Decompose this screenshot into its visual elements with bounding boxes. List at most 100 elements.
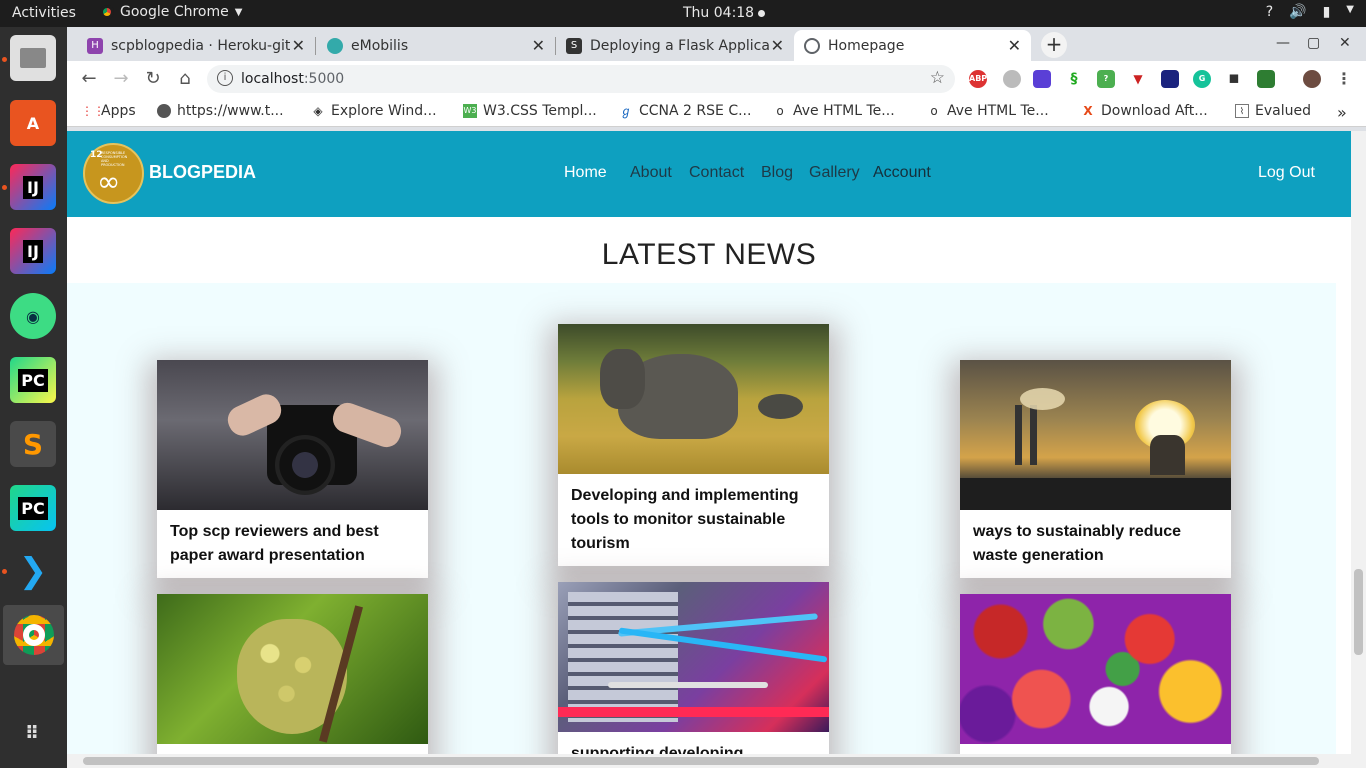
close-icon[interactable]: ✕ (771, 36, 784, 55)
site-info-icon[interactable]: i (217, 70, 233, 86)
show-applications-icon[interactable]: ⠿ (10, 711, 56, 757)
intellij-icon[interactable]: IJ (10, 164, 56, 210)
nav-home[interactable]: Home (564, 164, 607, 182)
site-brand[interactable]: BLOGPEDIA (149, 162, 256, 183)
bookmark-item[interactable]: X Download Aft... (1081, 103, 1207, 119)
tab-deploying-flask[interactable]: S Deploying a Flask Applica ✕ (556, 30, 794, 61)
extension-icon[interactable] (1033, 70, 1051, 88)
sdg12-logo[interactable]: 12 RESPONSIBLE CONSUMPTION AND PRODUCTIO… (83, 143, 144, 204)
news-card[interactable] (960, 594, 1231, 764)
extension-icon[interactable]: § (1065, 70, 1083, 88)
menu-dots-icon[interactable]: ⋮ (1335, 70, 1353, 88)
news-card[interactable] (157, 594, 428, 764)
bookmark-apps[interactable]: ⋮⋮ Apps (81, 103, 136, 119)
reload-icon[interactable]: ↻ (141, 67, 165, 91)
maximize-icon[interactable]: ▢ (1307, 35, 1320, 51)
extension-icon[interactable] (1257, 70, 1275, 88)
close-icon[interactable]: ✕ (1008, 36, 1021, 55)
chevron-right-icon[interactable]: » (1337, 103, 1347, 122)
system-top-bar: Activities Google Chrome ▼ Thu 04:18 ? 🔊… (0, 0, 1366, 27)
news-card[interactable]: Developing and implementing tools to mon… (558, 324, 829, 566)
vertical-scrollbar[interactable] (1351, 131, 1366, 768)
card-title[interactable]: Developing and implementing tools to mon… (558, 474, 829, 566)
accessibility-icon[interactable]: ? (1266, 4, 1273, 20)
tab-emobilis[interactable]: eMobilis ✕ (317, 30, 555, 61)
ring-icon: o (930, 104, 938, 118)
profile-avatar[interactable] (1303, 70, 1321, 88)
nav-gallery[interactable]: Gallery (809, 164, 860, 182)
extension-icon[interactable] (1161, 70, 1179, 88)
heroku-icon: H (87, 37, 103, 54)
nav-account[interactable]: Account (873, 164, 931, 182)
chevron-down-icon: ▼ (234, 6, 243, 18)
nav-blog[interactable]: Blog (761, 164, 793, 182)
grammarly-icon[interactable]: G (1193, 70, 1211, 88)
adblock-plus-icon[interactable]: ABP (969, 70, 987, 88)
chevron-down-icon[interactable]: ▼ (1346, 4, 1354, 20)
volume-icon[interactable]: 🔊 (1289, 4, 1306, 20)
elephant-photo (558, 324, 829, 474)
pocket-icon[interactable]: ▼ (1129, 70, 1147, 88)
bookmark-item[interactable]: W3 W3.CSS Templ... (463, 103, 597, 119)
software-center-icon[interactable]: A (10, 100, 56, 146)
pycharm-icon[interactable]: PC (10, 357, 56, 403)
system-tray[interactable]: ? 🔊 ▮ ▼ (1266, 4, 1354, 20)
globe-icon (157, 104, 171, 118)
cube-icon[interactable]: ◼ (1225, 70, 1243, 88)
news-card[interactable]: Top scp reviewers and best paper award p… (157, 360, 428, 578)
card-title[interactable]: Top scp reviewers and best paper award p… (157, 510, 428, 578)
bookmark-item[interactable]: o Ave HTML Te... (773, 103, 894, 119)
ccna-icon: ℊ (619, 104, 632, 118)
card-title[interactable]: ways to sustainably reduce waste generat… (960, 510, 1231, 578)
files-icon[interactable] (10, 35, 56, 81)
tab-title: Homepage (828, 37, 905, 54)
intellij-icon[interactable]: IJ (10, 228, 56, 274)
clock[interactable]: Thu 04:18 (683, 5, 766, 21)
extension-icon[interactable] (1003, 70, 1021, 88)
infinity-icon: ∞ (97, 165, 121, 198)
activities-button[interactable]: Activities (12, 5, 76, 21)
emobilis-icon (327, 37, 343, 54)
chart-icon: ⌇ (1235, 104, 1249, 118)
article-site-icon: S (566, 37, 582, 54)
tab-homepage[interactable]: Homepage ✕ (794, 30, 1031, 61)
browser-window: H scpblogpedia · Heroku-git ✕ eMobilis ✕… (67, 27, 1366, 768)
logout-link[interactable]: Log Out (1258, 164, 1315, 182)
sublime-text-icon[interactable]: S (10, 421, 56, 467)
tab-scpblogpedia[interactable]: H scpblogpedia · Heroku-git ✕ (77, 30, 315, 61)
globe-icon (804, 37, 820, 54)
app-name: Google Chrome (120, 4, 229, 20)
running-indicator-icon (2, 569, 7, 574)
horizontal-scrollbar[interactable] (67, 754, 1351, 768)
news-card[interactable]: ways to sustainably reduce waste generat… (960, 360, 1231, 578)
nav-contact[interactable]: Contact (689, 164, 744, 182)
back-arrow-icon[interactable]: ← (77, 67, 101, 91)
nav-about[interactable]: About (630, 164, 672, 182)
android-studio-icon[interactable]: ◉ (10, 293, 56, 339)
close-icon[interactable]: ✕ (532, 36, 545, 55)
bookmark-item[interactable]: ℊ CCNA 2 RSE C... (619, 103, 751, 119)
apps-grid-icon: ⋮⋮ (81, 104, 105, 118)
bookmark-item[interactable]: https://www.t... (157, 103, 284, 119)
bookmark-item[interactable]: ◈ Explore Wind... (311, 103, 436, 119)
page-viewport: 12 RESPONSIBLE CONSUMPTION AND PRODUCTIO… (67, 131, 1366, 768)
battery-icon[interactable]: ▮ (1323, 4, 1331, 20)
bookmark-star-icon[interactable]: ☆ (930, 68, 945, 88)
extension-icon[interactable]: ? (1097, 70, 1115, 88)
home-icon[interactable]: ⌂ (173, 67, 197, 91)
bookmark-item[interactable]: ⌇ Evalued (1235, 103, 1311, 119)
scrollbar-thumb[interactable] (83, 757, 1319, 765)
bookmark-item[interactable]: o Ave HTML Te... (927, 103, 1048, 119)
minimize-icon[interactable]: — (1276, 35, 1290, 51)
close-icon[interactable]: ✕ (292, 36, 305, 55)
address-bar[interactable]: i localhost:5000 ☆ (207, 65, 955, 93)
chrome-dock-icon[interactable] (3, 605, 64, 665)
pycharm-icon[interactable]: PC (10, 485, 56, 531)
forward-arrow-icon[interactable]: → (109, 67, 133, 91)
scrollbar-thumb[interactable] (1354, 569, 1363, 655)
new-tab-button[interactable]: + (1041, 32, 1067, 58)
vscode-icon[interactable]: ❯ (10, 548, 56, 594)
news-card[interactable]: supporting developing countries (558, 582, 829, 768)
window-close-icon[interactable]: ✕ (1339, 35, 1351, 51)
app-menu[interactable]: Google Chrome ▼ (100, 4, 242, 20)
